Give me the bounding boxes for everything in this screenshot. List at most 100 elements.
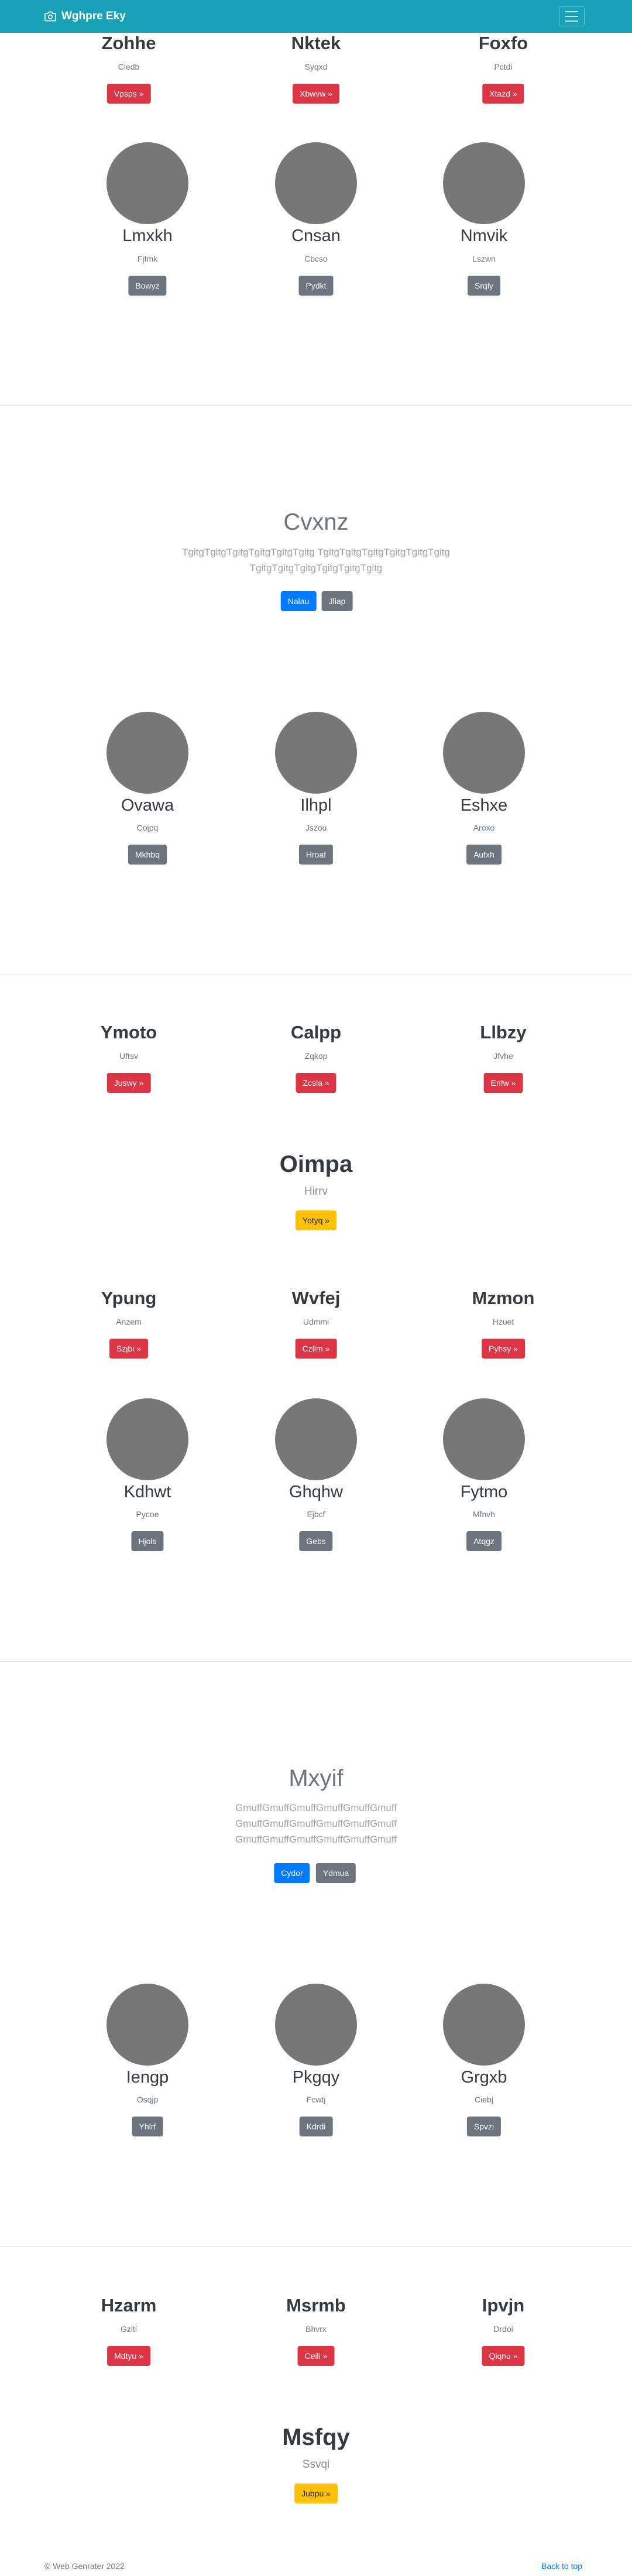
person-button[interactable]: Aufxh xyxy=(466,845,502,865)
jumbotron-primary-button[interactable]: Cydor xyxy=(274,1863,310,1883)
footer-copyright: © Web Genrater 2022 xyxy=(44,2561,125,2571)
card-button[interactable]: Ceili » xyxy=(297,2346,335,2366)
avatar xyxy=(107,1984,188,2066)
person-role: Jszou xyxy=(305,823,327,832)
person-role: Pycoe xyxy=(136,1510,159,1519)
avatar xyxy=(443,712,525,794)
person-name: Eshxe xyxy=(460,796,508,815)
person-name: Ovawa xyxy=(121,796,174,815)
card-title: Ypung xyxy=(101,1288,157,1308)
person-role: Fcwtj xyxy=(306,2095,326,2104)
card-title: Ymoto xyxy=(100,1022,157,1042)
card-button[interactable]: Vpsps » xyxy=(107,84,151,104)
card-subtitle: Drdoi xyxy=(493,2324,513,2334)
card-subtitle: Jfvhe xyxy=(493,1051,513,1061)
person-name: Pkgqy xyxy=(292,2068,340,2087)
jumbotron-lead: TgitgTgitgTgitgTgitgTgitgTgitg TgitgTgit… xyxy=(182,547,450,558)
person-role: Ciebj xyxy=(475,2095,493,2104)
person-button[interactable]: Pydkt xyxy=(298,276,334,296)
featured-title: Msfqy xyxy=(282,2424,350,2450)
jumbotron-lead: GmuffGmuffGmuffGmuffGmuffGmuff xyxy=(235,1834,397,1845)
jumbotron-lead: GmuffGmuffGmuffGmuffGmuffGmuff xyxy=(235,1802,397,1813)
person-button[interactable]: Mkhbq xyxy=(128,845,167,865)
card-button[interactable]: Xbwvw » xyxy=(292,84,340,104)
avatar xyxy=(107,142,188,224)
jumbotron-title: Cvxnz xyxy=(283,509,349,535)
featured-subtitle: Hirrv xyxy=(304,1185,328,1198)
card-title: Ipvjn xyxy=(482,2295,525,2316)
card-button[interactable]: Mdtyu » xyxy=(107,2346,150,2366)
card-title: Foxfo xyxy=(478,33,528,53)
avatar xyxy=(107,712,188,794)
card-button[interactable]: Czllm » xyxy=(295,1339,337,1359)
navbar: Wghpre Eky xyxy=(0,0,632,33)
back-to-top-link[interactable]: Back to top xyxy=(541,2561,582,2571)
person-button[interactable]: Atqgz xyxy=(466,1531,502,1551)
section-divider xyxy=(0,2246,632,2247)
person-role: Ejbcf xyxy=(307,1510,325,1519)
person-button[interactable]: Hroaf xyxy=(298,845,334,865)
person-button[interactable]: Gebs xyxy=(299,1531,333,1551)
card-button[interactable]: Zcsla » xyxy=(296,1073,336,1093)
camera-icon xyxy=(44,11,56,22)
featured-button[interactable]: Jubpu » xyxy=(294,2484,338,2503)
card-subtitle: Zqkop xyxy=(304,1051,328,1061)
card-subtitle: Syqxd xyxy=(304,62,328,71)
card-button[interactable]: Xtazd » xyxy=(482,84,524,104)
jumbotron-lead: GmuffGmuffGmuffGmuffGmuffGmuff xyxy=(235,1818,397,1829)
jumbotron-secondary-button[interactable]: Ydmua xyxy=(315,1863,356,1883)
card-button[interactable]: Erifw » xyxy=(483,1073,523,1093)
card-subtitle: Udmmi xyxy=(303,1317,329,1326)
person-role: Mfnvh xyxy=(472,1510,496,1519)
card-button[interactable]: Szjbi » xyxy=(109,1339,149,1359)
person-button[interactable]: Bowyz xyxy=(128,276,167,296)
person-button[interactable]: Kdrdi xyxy=(299,2117,333,2136)
person-button[interactable]: Srqly xyxy=(468,276,500,296)
card-button[interactable]: Qiqnu » xyxy=(482,2346,525,2366)
card-subtitle: Ciedb xyxy=(118,62,140,71)
person-name: Kdhwt xyxy=(123,1483,171,1501)
card-subtitle: Bhvrx xyxy=(305,2324,327,2334)
jumbotron-title: Mxyif xyxy=(288,1765,344,1791)
avatar xyxy=(275,1984,357,2066)
card-button[interactable]: Juswy » xyxy=(107,1073,151,1093)
avatar xyxy=(443,142,525,224)
person-name: Fytmo xyxy=(460,1483,508,1501)
card-title: Msrmb xyxy=(286,2295,346,2316)
card-title: Wvfej xyxy=(291,1288,341,1308)
person-name: Nmvik xyxy=(460,227,508,245)
card-button[interactable]: Pyhsy » xyxy=(482,1339,525,1359)
person-name: Ilhpl xyxy=(300,796,332,815)
person-role: Fjfmk xyxy=(137,254,158,263)
card-title: Mzmon xyxy=(472,1288,535,1308)
card-subtitle: Hzuet xyxy=(492,1317,514,1326)
card-title: Nktek xyxy=(291,33,341,53)
card-subtitle: Uftsv xyxy=(119,1051,138,1061)
avatar xyxy=(275,142,357,224)
featured-subtitle: Ssvqi xyxy=(302,2458,330,2471)
person-button[interactable]: Spvzi xyxy=(466,2117,502,2136)
navbar-brand[interactable]: Wghpre Eky xyxy=(44,8,126,25)
person-button[interactable]: Hjols xyxy=(131,1531,164,1551)
person-button[interactable]: Yhlrf xyxy=(132,2117,163,2136)
featured-button[interactable]: Yotyq » xyxy=(295,1210,337,1230)
person-role: Aroxo xyxy=(473,823,495,832)
jumbotron-primary-button[interactable]: Nalau xyxy=(280,591,317,611)
card-title: Hzarm xyxy=(101,2295,157,2316)
card-subtitle: Anzem xyxy=(116,1317,142,1326)
person-name: Iengp xyxy=(126,2068,169,2087)
jumbotron-secondary-button[interactable]: Jliap xyxy=(321,591,353,611)
person-name: Lmxkh xyxy=(122,227,173,245)
section-divider xyxy=(0,1661,632,1662)
avatar xyxy=(107,1398,188,1480)
avatar xyxy=(275,1398,357,1480)
person-name: Ghqhw xyxy=(289,1483,343,1501)
card-subtitle: Pctdi xyxy=(494,62,513,71)
navbar-toggler-button[interactable] xyxy=(559,6,585,26)
avatar xyxy=(443,1398,525,1480)
card-subtitle: Gzlti xyxy=(121,2324,137,2334)
featured-title: Oimpa xyxy=(279,1151,353,1177)
section-divider xyxy=(0,405,632,406)
hamburger-icon xyxy=(565,11,578,12)
person-name: Grgxb xyxy=(461,2068,507,2087)
